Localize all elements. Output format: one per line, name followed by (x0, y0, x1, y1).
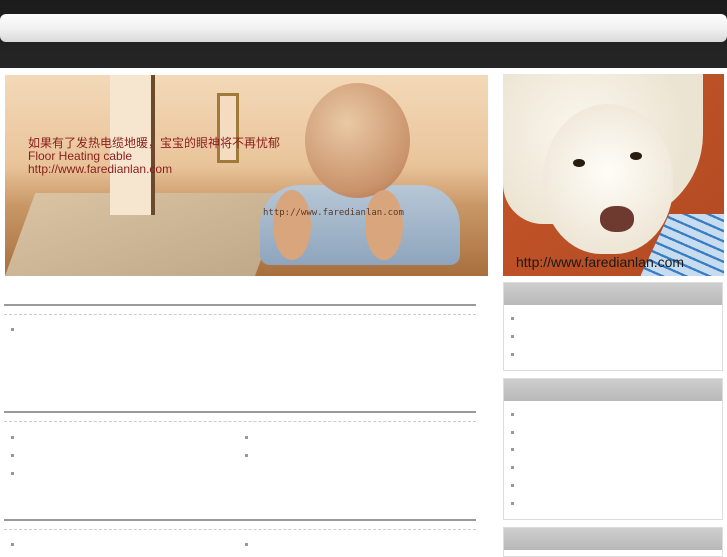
list-item[interactable] (11, 436, 14, 439)
list-item[interactable] (511, 353, 514, 356)
side-dog-image: http://www.faredianlan.com (503, 74, 724, 276)
banner-watermark: http://www.faredianlan.com (263, 208, 404, 218)
list-item[interactable] (511, 484, 514, 487)
list-item[interactable] (511, 502, 514, 505)
section-divider (4, 411, 476, 413)
list-item[interactable] (511, 413, 514, 416)
sidebar-box-header (504, 379, 722, 401)
list-item[interactable] (11, 472, 14, 475)
list-item[interactable] (511, 466, 514, 469)
list-item[interactable] (511, 317, 514, 320)
list-item[interactable] (511, 448, 514, 451)
list-item[interactable] (11, 454, 14, 457)
section-dashed-divider (4, 314, 476, 315)
sidebar-box (503, 378, 723, 520)
section-dashed-divider (4, 529, 476, 530)
sidebar-box-header (504, 283, 722, 305)
navigation-bar (0, 14, 727, 42)
sidebar-box-header (504, 528, 722, 550)
side-image-url: http://www.faredianlan.com (516, 254, 685, 270)
list-item[interactable] (11, 328, 14, 331)
list-item[interactable] (511, 431, 514, 434)
list-item[interactable] (245, 436, 248, 439)
list-item[interactable] (245, 454, 248, 457)
list-item[interactable] (511, 335, 514, 338)
banner-image: 如果有了发热电缆地暖，宝宝的眼神将不再忧郁 Floor Heating cabl… (5, 75, 488, 276)
sidebar-box (503, 527, 723, 557)
sidebar-box (503, 282, 723, 371)
banner-caption-url: http://www.faredianlan.com (28, 162, 173, 176)
section-dashed-divider (4, 421, 476, 422)
section-divider (4, 519, 476, 521)
section-divider (4, 304, 476, 306)
